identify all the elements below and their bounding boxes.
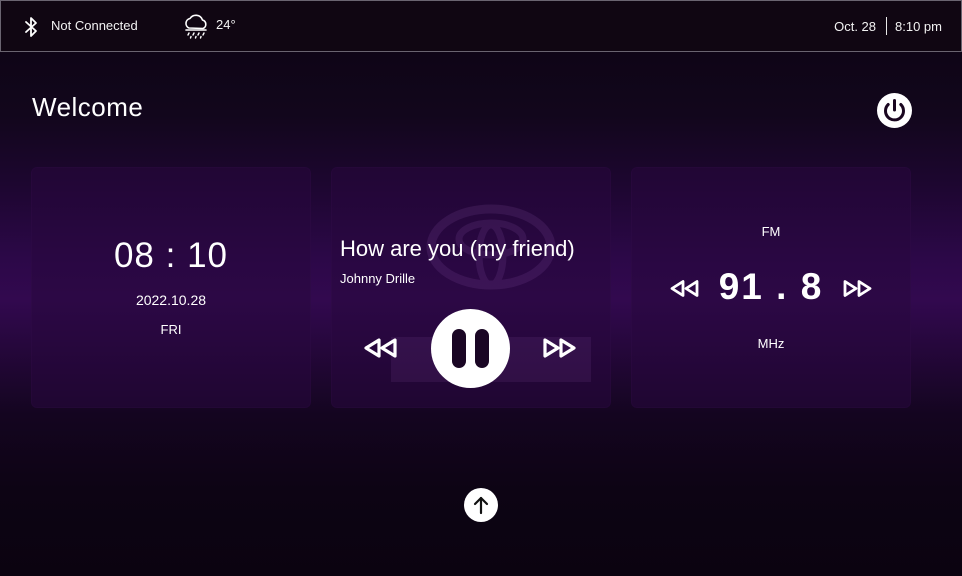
power-icon[interactable] bbox=[877, 93, 912, 128]
temperature: 24° bbox=[216, 17, 236, 32]
clock-card[interactable]: 08 : 10 2022.10.28 FRI bbox=[31, 167, 311, 408]
clock-day: FRI bbox=[160, 322, 182, 337]
music-card[interactable]: How are you (my friend) Johnny Drille bbox=[331, 167, 611, 408]
pause-icon-bar bbox=[475, 329, 489, 368]
status-bar: Not Connected 24° Oct. 28 8:10 pm bbox=[0, 0, 962, 52]
status-divider bbox=[886, 17, 888, 35]
rewind-icon[interactable] bbox=[364, 337, 398, 359]
bluetooth-icon[interactable] bbox=[23, 16, 39, 38]
song-title: How are you (my friend) bbox=[340, 236, 575, 261]
radio-card[interactable]: FM 91 . 8 MHz bbox=[631, 167, 911, 408]
clock-time: 08 : 10 bbox=[113, 236, 229, 275]
bluetooth-status: Not Connected bbox=[51, 18, 138, 33]
radio-band: FM bbox=[761, 224, 781, 239]
arrow-up-icon bbox=[473, 496, 489, 515]
pause-icon bbox=[452, 329, 466, 368]
fast-forward-icon[interactable] bbox=[842, 279, 872, 298]
cloud-rain-icon bbox=[185, 14, 207, 39]
pause-button[interactable] bbox=[431, 309, 510, 388]
status-time: 8:10 pm bbox=[895, 18, 942, 34]
welcome-title: Welcome bbox=[32, 92, 144, 122]
date-time: Oct. 28 8:10 pm bbox=[834, 17, 942, 35]
song-artist: Johnny Drille bbox=[340, 271, 416, 286]
fast-forward-icon[interactable] bbox=[542, 337, 576, 359]
radio-unit: MHz bbox=[757, 336, 785, 351]
expand-up-button[interactable] bbox=[464, 488, 498, 522]
clock-date: 2022.10.28 bbox=[135, 292, 207, 308]
status-date: Oct. 28 bbox=[834, 18, 877, 34]
